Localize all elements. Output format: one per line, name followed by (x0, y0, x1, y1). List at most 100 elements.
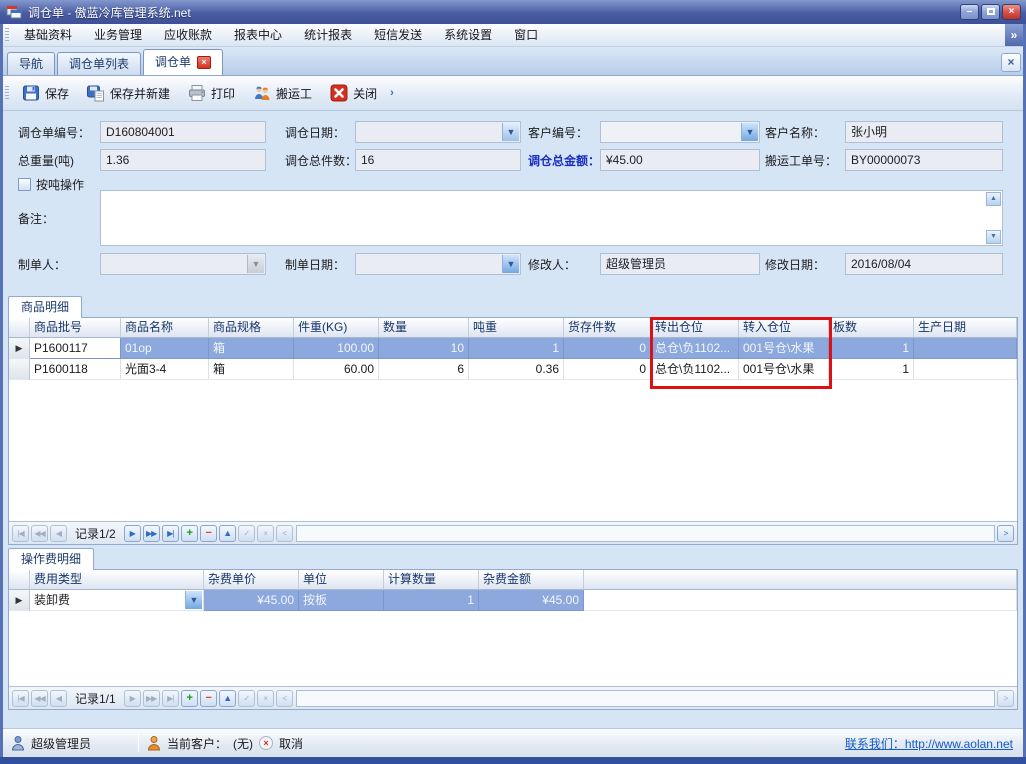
cell-pallets[interactable]: 1 (829, 338, 914, 359)
customer-no-dropdown-button[interactable]: ▼ (741, 123, 758, 141)
close-form-button[interactable]: 关闭 (321, 81, 386, 105)
menu-item-window[interactable]: 窗口 (503, 24, 549, 46)
transfer-date-dropdown-button[interactable]: ▼ (502, 123, 519, 141)
creator-dropdown-button[interactable]: ▼ (247, 255, 264, 273)
table-row[interactable]: ▶ P1600117 01op 箱 100.00 10 1 0 总仓\负1102… (9, 338, 1017, 359)
cell-unit-weight[interactable]: 100.00 (294, 338, 379, 359)
tab-product-detail[interactable]: 商品明细 (8, 296, 82, 318)
menu-item-settings[interactable]: 系统设置 (433, 24, 503, 46)
customer-no-field[interactable]: 1004 ▼ (600, 121, 760, 143)
cell-product-name[interactable]: 光面3-4 (121, 359, 209, 380)
order-no-field[interactable]: D160804001 (100, 121, 266, 143)
cell-production-date[interactable] (914, 338, 1017, 359)
nav-edit-button[interactable]: ▲ (219, 690, 236, 707)
total-weight-field[interactable]: 1.36 (100, 149, 266, 171)
hscroll-left-button[interactable]: < (276, 690, 293, 707)
hscroll-right-button[interactable]: > (997, 690, 1014, 707)
cell-to-location[interactable]: 001号仓\水果 (739, 338, 829, 359)
nav-add-button[interactable]: + (181, 525, 198, 542)
column-header[interactable]: 货存件数 (564, 318, 651, 338)
column-header[interactable]: 商品规格 (209, 318, 294, 338)
table-row[interactable]: ▶ 装卸费 ▼ ¥45.00 按板 1 ¥45.00 (9, 590, 1017, 611)
menu-item-statistics[interactable]: 统计报表 (293, 24, 363, 46)
maximize-button[interactable] (981, 4, 1000, 20)
hscroll-right-button[interactable]: > (997, 525, 1014, 542)
cell-product-name[interactable]: 01op (121, 338, 209, 359)
horizontal-scrollbar[interactable] (296, 690, 995, 707)
close-window-button[interactable]: × (1002, 4, 1021, 20)
hscroll-left-button[interactable]: < (276, 525, 293, 542)
cell-qty[interactable]: 6 (379, 359, 469, 380)
tab-transfer-list[interactable]: 调仓单列表 (57, 52, 141, 75)
save-and-new-button[interactable]: 保存并新建 (78, 81, 179, 105)
nav-next-button[interactable]: ▶ (124, 525, 141, 542)
cell-fee-unit[interactable]: 按板 (299, 590, 384, 611)
tab-close-icon[interactable]: × (197, 56, 211, 69)
customer-name-field[interactable]: 张小明 (845, 121, 1003, 143)
menu-item-report-center[interactable]: 报表中心 (223, 24, 293, 46)
cell-unit-weight[interactable]: 60.00 (294, 359, 379, 380)
tabstrip-close-button[interactable]: × (1001, 53, 1021, 72)
cell-fee-amount[interactable]: ¥45.00 (479, 590, 584, 611)
contact-link[interactable]: 联系我们：http://www.aolan.net (845, 735, 1013, 752)
cell-ton[interactable]: 1 (469, 338, 564, 359)
nav-last-button[interactable]: ▶| (162, 525, 179, 542)
print-button[interactable]: 打印 (179, 81, 244, 105)
cell-fee-type-editor[interactable]: 装卸费 ▼ (30, 590, 204, 611)
total-amount-field[interactable]: ¥45.00 (600, 149, 760, 171)
nav-edit-button[interactable]: ▲ (219, 525, 236, 542)
cell-fee-unit-price[interactable]: ¥45.00 (204, 590, 299, 611)
menu-item-sms[interactable]: 短信发送 (363, 24, 433, 46)
nav-delete-button[interactable]: − (200, 525, 217, 542)
porter-button[interactable]: 搬运工 (244, 81, 321, 105)
menu-item-receivables[interactable]: 应收账款 (153, 24, 223, 46)
title-bar[interactable]: 调仓单 - 傲蓝冷库管理系统.net – × (0, 0, 1026, 24)
nav-prev-button[interactable]: ◀ (50, 525, 67, 542)
cell-batch-no[interactable]: P1600118 (30, 359, 121, 380)
transfer-date-field[interactable]: 2016-08-04 15:19:02 ▼ (355, 121, 521, 143)
column-header[interactable]: 商品名称 (121, 318, 209, 338)
cell-stock-qty[interactable]: 0 (564, 338, 651, 359)
nav-next-page-button[interactable]: ▶▶ (143, 690, 160, 707)
porter-no-field[interactable]: BY00000073 (845, 149, 1003, 171)
menu-grip[interactable] (5, 28, 9, 42)
create-date-field[interactable]: 2016/08/04 ▼ (355, 253, 521, 275)
nav-post-button[interactable]: ✓ (238, 525, 255, 542)
column-header[interactable]: 转出仓位 (651, 318, 739, 338)
scroll-down-icon[interactable]: ▼ (986, 230, 1001, 244)
column-header[interactable]: 吨重 (469, 318, 564, 338)
tab-transfer-order[interactable]: 调仓单 × (143, 49, 223, 75)
nav-first-button[interactable]: |◀ (12, 690, 29, 707)
cell-fee-calc-qty[interactable]: 1 (384, 590, 479, 611)
modifier-field[interactable]: 超级管理员 (600, 253, 760, 275)
column-header[interactable]: 数量 (379, 318, 469, 338)
cell-batch-no[interactable]: P1600117 (30, 338, 121, 359)
column-header[interactable]: 杂费单价 (204, 570, 299, 590)
column-header[interactable]: 件重(KG) (294, 318, 379, 338)
nav-prev-page-button[interactable]: ◀◀ (31, 690, 48, 707)
column-header[interactable]: 转入仓位 (739, 318, 829, 338)
create-date-dropdown-button[interactable]: ▼ (502, 255, 519, 273)
cell-from-location[interactable]: 总仓\负1102... (651, 359, 739, 380)
fee-type-dropdown-button[interactable]: ▼ (185, 591, 202, 609)
cell-pallets[interactable]: 1 (829, 359, 914, 380)
horizontal-scrollbar[interactable] (296, 525, 995, 542)
nav-last-button[interactable]: ▶| (162, 690, 179, 707)
menu-item-business[interactable]: 业务管理 (83, 24, 153, 46)
cell-spec[interactable]: 箱 (209, 359, 294, 380)
toolbar-grip[interactable] (5, 86, 9, 100)
cell-spec[interactable]: 箱 (209, 338, 294, 359)
column-header[interactable]: 板数 (829, 318, 914, 338)
scroll-up-icon[interactable]: ▲ (986, 192, 1001, 206)
nav-cancel-button[interactable]: × (257, 690, 274, 707)
column-header[interactable]: 杂费金额 (479, 570, 584, 590)
column-header[interactable]: 单位 (299, 570, 384, 590)
table-row[interactable]: P1600118 光面3-4 箱 60.00 6 0.36 0 总仓\负1102… (9, 359, 1017, 380)
cell-from-location[interactable]: 总仓\负1102... (651, 338, 739, 359)
cell-to-location[interactable]: 001号仓\水果 (739, 359, 829, 380)
menu-overflow-button[interactable]: » (1005, 24, 1023, 46)
by-ton-checkbox[interactable]: 按吨操作 (18, 176, 84, 193)
modify-date-field[interactable]: 2016/08/04 (845, 253, 1003, 275)
minimize-button[interactable]: – (960, 4, 979, 20)
nav-next-page-button[interactable]: ▶▶ (143, 525, 160, 542)
